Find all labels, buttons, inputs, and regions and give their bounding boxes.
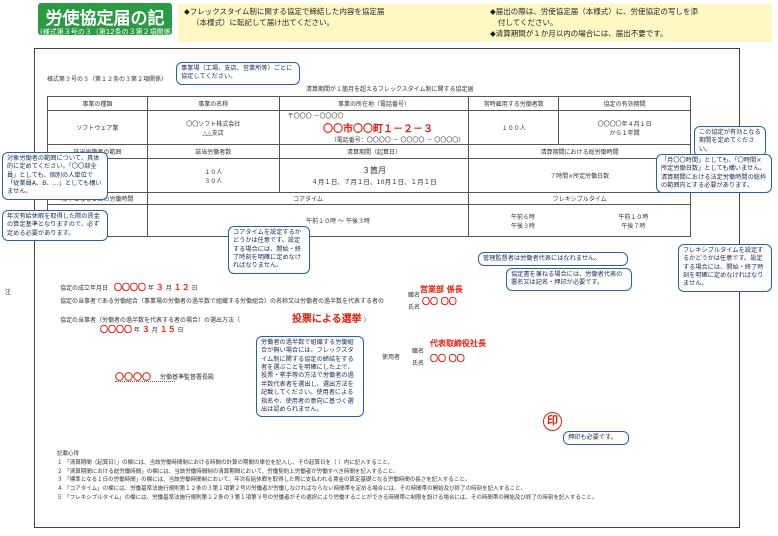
callout-worker-range: 対象労働者の範囲について、具体的に定めてください。「〇〇部全員」としても、個別の… [2, 152, 108, 200]
concluded-year-label: 年 [147, 285, 154, 292]
header-validity: 協定の有効期間 [558, 96, 691, 111]
value-flexible-time: 午前６時 午後３時 午前１０時 午後７時 [468, 204, 691, 237]
submit-date-row: 〇〇〇〇 年 ３ 月 １５ 日 [100, 324, 184, 335]
concluded-label: 協定の成立年月日 [60, 285, 109, 292]
note-item: ４ 「コアタイム」の欄には、労働基準法施行規則第１２条の３第１項第２号の労働者が… [57, 486, 527, 493]
header-business-type: 事業の種類 [47, 96, 148, 111]
flex-line: 午後３時 [511, 222, 536, 230]
header-business-address: 事業の所在地（電話番号） [278, 96, 470, 111]
note-item: ２ 「清算期間における総労働時間」の欄には、当該労働時間制の清算期間において、労… [57, 468, 399, 475]
flex-group: 午前１０時 午後７時 [618, 212, 648, 230]
submit-month-label: 月 [151, 327, 158, 334]
flex-line: 午前１０時 [618, 213, 649, 221]
notes-title: 記載心得 [57, 451, 80, 457]
notice-line: 付してください。 [498, 17, 558, 27]
callout-period-hours: 「月〇〇時間」としても、「〇時間×所定労働日数」としても構いません。清算期間にお… [656, 154, 772, 194]
validity-line: 〇〇〇〇年４月１日 [597, 120, 652, 128]
business-name-line: △△支店 [202, 129, 224, 137]
worker-job: 営業部 係長 [420, 285, 463, 294]
concluded-month-label: 月 [165, 285, 172, 292]
agreement-table: 事業の種類 事業の名称 事業の所在地（電話番号） 常時雇用する労働者数 協定の有… [47, 96, 691, 237]
validity-line: から１年間 [609, 129, 640, 137]
value-target-workers: １０人 ３０人 [146, 158, 280, 193]
employer-name-label: 氏名 [412, 360, 425, 367]
postal-code: 〒〇〇〇 －〇〇〇〇 [287, 113, 344, 120]
concluded-day-label: 日 [191, 285, 198, 292]
side-label: 注 [5, 289, 12, 296]
concluded-year: 〇〇〇〇 [113, 283, 146, 292]
form-caption: 清算期間が１箇月を超えるフレックスタイム制に関する協定届 [306, 86, 474, 93]
value-regular-workers: １００人 [468, 110, 560, 145]
callout-validity: この協定が有効となる期間を定めてください。 [694, 126, 766, 158]
party-row: 協定の当事者である労働組合（事業場の労働者の過半数で組織する労働組合）の名称又は… [60, 298, 384, 305]
seal-stamp-icon: 印 [543, 412, 562, 431]
callout-selection: 労働者の過半数で組織する労働組合が無い場合には、フレックスタイム制に関する協定の… [256, 336, 364, 418]
concluded-month: ３ [155, 283, 164, 292]
employer-label: 使用者 [382, 354, 401, 361]
settlement-months: ３箇月 [361, 166, 386, 175]
value-business-name: 〇〇ソフト株式会社 △△支店 [146, 110, 280, 145]
notice-box-right: ◆届出の際は、労使協定届（本様式）に、労使協定の写しを添 付してください。 ◆清… [484, 4, 772, 42]
settlement-dates: ４月１日、７月１日、10月１日、１月１日 [311, 178, 437, 186]
note-item: ３ 「標準となる１日の労働時間」の欄には、当該労働時間制において、年次有給休暇を… [57, 477, 471, 484]
submit-day: １５ [159, 325, 176, 334]
callout-business-unit: 事業場（工場、支店、営業所等）ごとに協定してください。 [176, 62, 300, 85]
selection-label: 協定の当事者（労働者の過半数を代表する者の場合）の選出方法（ [60, 317, 241, 324]
concluded-day: １２ [173, 283, 190, 292]
value-settlement-period: ３箇月 ４月１日、７月１日、10月１日、１月１日 [278, 158, 470, 193]
notice-line: ◆清算期間が１か月以内の場合には、届出不要です。 [490, 28, 668, 38]
notice-box-left: ◆フレックスタイム制に関する協定で締結した内容を協定届 （本様式）に転記して届け… [178, 4, 484, 42]
value-validity: 〇〇〇〇年４月１日 から１年間 [558, 110, 691, 145]
flex-group: 午前６時 午後３時 [511, 212, 535, 230]
callout-seal: 押印も必要です。 [563, 431, 629, 446]
submit-year: 〇〇〇〇 [100, 325, 132, 334]
notes-section: 記載心得 １ 「清算期間（起算日）」の欄には、当該労働時間制における時間の計算の… [57, 450, 597, 503]
employer-name: 〇〇 〇〇 [430, 354, 465, 363]
business-name-line: 〇〇ソフト株式会社 [186, 120, 241, 128]
worker-name: 〇〇 〇〇 [422, 297, 457, 306]
submit-month: ３ [141, 325, 150, 334]
header-core-time: コアタイム [146, 192, 470, 205]
phone-text: （電話番号：〇〇〇〇 － 〇〇〇〇 － 〇〇〇〇） [330, 137, 465, 144]
notice-line: （本様式）に転記して届け出てください。 [192, 17, 335, 27]
callout-dual-role: 協定書を兼ねる場合には、労働者代表の署名又は記名・押印が必要です。 [506, 268, 632, 291]
flex-line: 午前６時 [511, 213, 536, 221]
callout-manager: 管理監督者は労働者代表にはなれません。 [478, 252, 628, 267]
flex-line: 午後７時 [621, 222, 646, 230]
note-item: １ 「清算期間（起算日）」の欄には、当該労働時間制における時間の計算の期間の単位… [57, 459, 394, 466]
employer-job-label: 職名 [412, 348, 425, 355]
worker-name-label: 氏名 [408, 304, 421, 311]
header-settlement-period: 清算期間（起算日） [278, 144, 470, 159]
callout-flexible-time: フレキシブルタイムを設定するかどうかは任意です。設定する場合には、開始・終了時刻… [678, 244, 772, 292]
count-line: ３０人 [204, 177, 223, 185]
count-line: １０人 [204, 168, 223, 176]
submit-day-label: 日 [177, 327, 184, 334]
value-business-type: ソフトウェア業 [47, 110, 148, 145]
selection-method: 投票による選挙 [291, 314, 362, 325]
office-underline [115, 381, 175, 382]
selection-close: ） [363, 317, 370, 324]
address-text: 〇〇市〇〇町１－２－３ [322, 124, 433, 135]
note-item: ５ 「フレキシブルタイム」の欄には、労働基準法施行規則第１２条の３第１項第３号の… [57, 494, 598, 501]
callout-standard-hours: 年次有給休暇を取得した際の賃金の算定基準となりますので、必ず定める必要があります… [2, 210, 108, 242]
employer-job: 代表取締役社長 [430, 339, 486, 348]
concluded-date-row: 協定の成立年月日 〇〇〇〇 年 ３ 月 １２ 日 [60, 282, 198, 293]
header-business-name: 事業の名称 [146, 96, 280, 111]
header-flexible-time: フレキシブルタイム [468, 192, 691, 205]
notice-line: ◆フレックスタイム制に関する協定で締結した内容を協定届 [184, 7, 385, 16]
selection-row: 協定の当事者（労働者の過半数を代表する者の場合）の選出方法（ 投票による選挙 ） [60, 310, 370, 325]
header-target-workers: 該当労働者数 [146, 144, 280, 159]
notice-line: ◆届出の際は、労使協定届（本様式）に、労使協定の写しを添 [490, 7, 699, 16]
value-business-address: 〒〇〇〇 －〇〇〇〇 〇〇市〇〇町１－２－３ （電話番号：〇〇〇〇 － 〇〇〇〇… [278, 110, 470, 145]
worker-job-label: 職名 [408, 292, 421, 299]
callout-core-time: コアタイムを設定するかどうかは任意です。設定する場合には、開始・終了時刻を明確に… [228, 226, 310, 274]
header-regular-workers: 常時雇用する労働者数 [468, 96, 560, 111]
office-suffix: 労働基準監督署長殿 [160, 374, 215, 381]
submit-year-label: 年 [133, 327, 140, 334]
form-label: 様式第３号の３（第１２条の３第２項関係） [47, 76, 168, 83]
page-subtitle: (様式第３号の３（第12条の３第２項関係）) [40, 28, 177, 36]
